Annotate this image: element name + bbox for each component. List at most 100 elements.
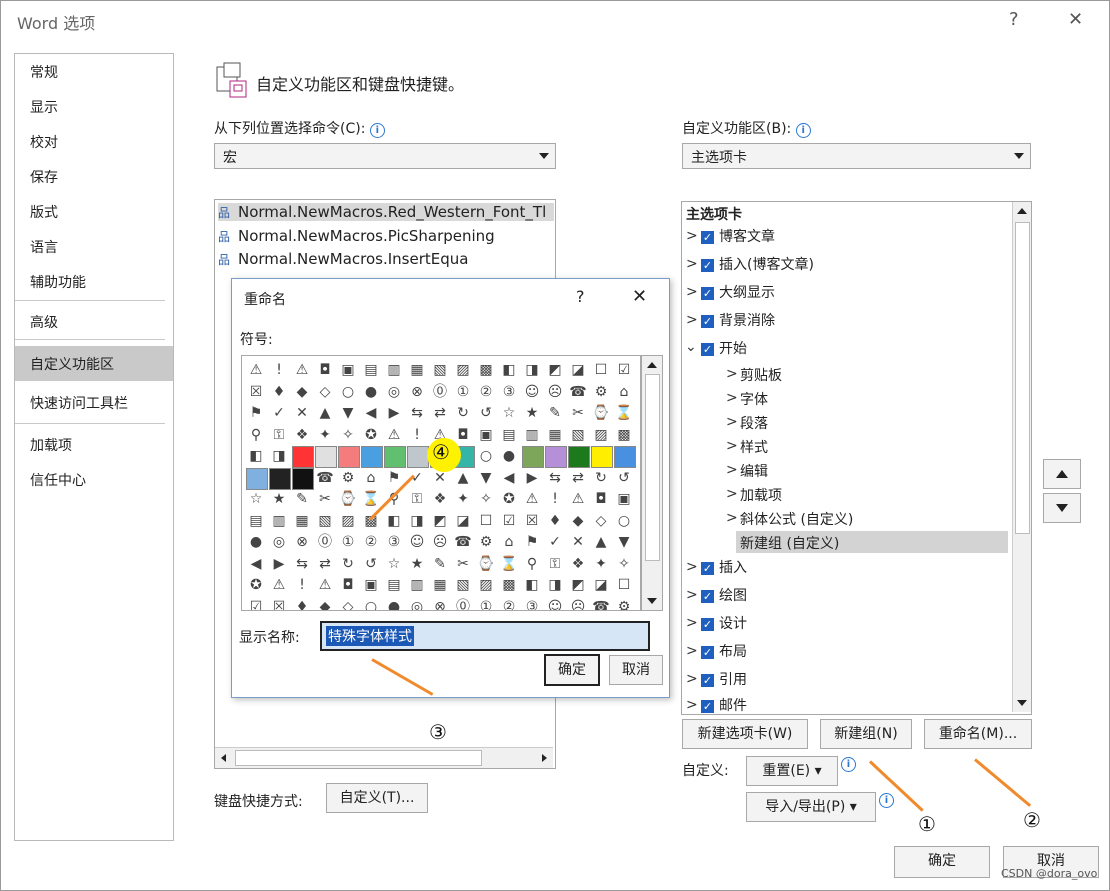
symbol-cell[interactable]: ✧ (614, 554, 634, 574)
chevron-right-icon[interactable]: > (726, 462, 738, 478)
symbol-cell[interactable]: ▦ (292, 511, 312, 531)
symbol-cell[interactable]: ▲ (453, 468, 473, 488)
symbol-cell[interactable]: ◪ (591, 575, 611, 595)
symbol-cell[interactable]: ▣ (476, 425, 496, 445)
symbol-cell[interactable]: ☐ (591, 360, 611, 380)
symbol-cell[interactable]: ☑ (246, 597, 266, 611)
symbol-cell[interactable]: ◨ (522, 360, 542, 380)
symbol-cell[interactable] (384, 446, 406, 468)
symbol-cell[interactable]: ⚠ (292, 360, 312, 380)
symbol-cell[interactable] (522, 446, 544, 468)
symbol-cell[interactable]: ! (292, 575, 312, 595)
symbol-cell[interactable]: ② (476, 382, 496, 402)
nav-item-addins[interactable]: 加载项 (30, 435, 72, 455)
customize-keyboard-button[interactable]: 自定义(T)... (326, 783, 428, 813)
symbol-cell[interactable]: ✓ (545, 532, 565, 552)
close-icon[interactable]: ✕ (632, 286, 647, 307)
symbol-cell[interactable]: ▧ (453, 575, 473, 595)
reset-button[interactable]: 重置(E) ▾ (746, 756, 838, 786)
symbol-cell[interactable]: ⚠ (384, 425, 404, 445)
vertical-scrollbar[interactable] (1012, 202, 1031, 712)
symbol-cell[interactable]: ⌚ (591, 403, 611, 423)
symbol-cell[interactable]: ✓ (269, 403, 289, 423)
symbol-cell[interactable]: ⚲ (522, 554, 542, 574)
symbol-cell[interactable]: ◪ (568, 360, 588, 380)
symbol-cell[interactable]: ○ (476, 446, 496, 466)
checkbox[interactable]: ✓ (701, 618, 714, 631)
dialog-ok-button[interactable]: 确定 (544, 654, 600, 686)
symbol-cell[interactable]: ⇆ (292, 554, 312, 574)
chevron-right-icon[interactable]: > (726, 510, 738, 526)
symbol-cell[interactable]: ☹ (568, 597, 588, 611)
symbol-cell[interactable]: ▶ (522, 468, 542, 488)
symbol-cell[interactable]: ▦ (430, 575, 450, 595)
symbol-cell[interactable]: ◩ (568, 575, 588, 595)
chevron-right-icon[interactable]: > (686, 228, 698, 244)
tree-group[interactable]: 字体 (740, 389, 768, 409)
symbol-cell[interactable]: ⚿ (407, 489, 427, 509)
symbol-cell[interactable]: ◀ (246, 554, 266, 574)
tree-item[interactable]: 插入(博客文章) (719, 254, 814, 274)
chevron-right-icon[interactable]: > (726, 366, 738, 382)
symbol-cell[interactable]: ☒ (522, 511, 542, 531)
symbol-cell[interactable]: ② (361, 532, 381, 552)
symbol-cell[interactable]: ⌛ (361, 489, 381, 509)
symbol-cell[interactable]: ♦ (269, 382, 289, 402)
symbol-cell[interactable] (269, 467, 291, 490)
symbol-cell[interactable]: ⓪ (430, 382, 450, 402)
symbol-cell[interactable] (315, 446, 337, 468)
symbol-cell[interactable]: ▧ (568, 425, 588, 445)
nav-item-accessibility[interactable]: 辅助功能 (30, 272, 86, 292)
checkbox[interactable]: ✓ (701, 259, 714, 272)
import-export-button[interactable]: 导入/导出(P) ▾ (746, 792, 876, 822)
symbol-cell[interactable]: ⊗ (407, 382, 427, 402)
ribbon-tree[interactable]: 主选项卡 > ✓ 博客文章 > ✓ 插入(博客文章) > ✓ 大纲显示 > ✓ 背景消除 ⌄ ✓ 开… (681, 201, 1032, 715)
symbol-cell[interactable]: ◩ (430, 511, 450, 531)
symbol-cell[interactable]: ⚑ (246, 403, 266, 423)
symbol-cell[interactable]: ⚿ (269, 425, 289, 445)
symbol-cell[interactable]: ⌚ (476, 554, 496, 574)
tree-item[interactable]: 引用 (719, 669, 747, 689)
tree-item[interactable]: 绘图 (719, 585, 747, 605)
chevron-right-icon[interactable]: > (686, 559, 698, 575)
symbol-cell[interactable]: ▩ (614, 425, 634, 445)
symbol-cell[interactable]: ▶ (384, 403, 404, 423)
symbol-cell[interactable]: ◎ (407, 597, 427, 611)
tree-group[interactable]: 编辑 (740, 461, 768, 481)
symbol-cell[interactable]: ▨ (453, 360, 473, 380)
tree-item[interactable]: 背景消除 (719, 310, 775, 330)
tree-item[interactable]: 布局 (719, 641, 747, 661)
symbol-cell[interactable]: ⚑ (522, 532, 542, 552)
symbol-cell[interactable]: ⊗ (292, 532, 312, 552)
symbol-cell[interactable] (407, 446, 429, 468)
symbol-cell[interactable]: ! (407, 425, 427, 445)
symbol-cell[interactable]: ✪ (499, 489, 519, 509)
symbol-cell[interactable]: ✪ (361, 425, 381, 445)
symbol-cell[interactable]: ☹ (430, 532, 450, 552)
symbol-cell[interactable]: ☐ (614, 575, 634, 595)
chevron-right-icon[interactable]: > (686, 697, 698, 713)
tree-group[interactable]: 剪贴板 (740, 365, 782, 385)
chevron-right-icon[interactable]: > (686, 256, 698, 272)
symbol-cell[interactable]: ☐ (476, 511, 496, 531)
symbol-cell[interactable]: ↺ (361, 554, 381, 574)
nav-item-save[interactable]: 保存 (30, 167, 58, 187)
symbol-cell[interactable]: ↻ (453, 403, 473, 423)
symbol-cell[interactable]: ☑ (614, 360, 634, 380)
symbol-cell[interactable]: ▧ (315, 511, 335, 531)
rename-button[interactable]: 重命名(M)... (924, 719, 1032, 749)
symbol-cell[interactable]: ⚠ (269, 575, 289, 595)
symbol-cell[interactable]: ① (453, 382, 473, 402)
symbol-cell[interactable]: ◩ (545, 360, 565, 380)
symbol-cell[interactable]: ↺ (476, 403, 496, 423)
symbol-cell[interactable]: ☺ (545, 597, 565, 611)
symbol-cell[interactable]: ▩ (476, 360, 496, 380)
symbol-cell[interactable] (246, 467, 268, 490)
symbol-cell[interactable]: ◨ (269, 446, 289, 466)
symbol-cell[interactable]: ⚙ (476, 532, 496, 552)
symbol-cell[interactable]: ✦ (315, 425, 335, 445)
chevron-right-icon[interactable]: > (686, 312, 698, 328)
symbol-cell[interactable] (591, 446, 613, 468)
nav-item-language[interactable]: 语言 (30, 237, 58, 257)
symbol-cell[interactable]: ▥ (522, 425, 542, 445)
